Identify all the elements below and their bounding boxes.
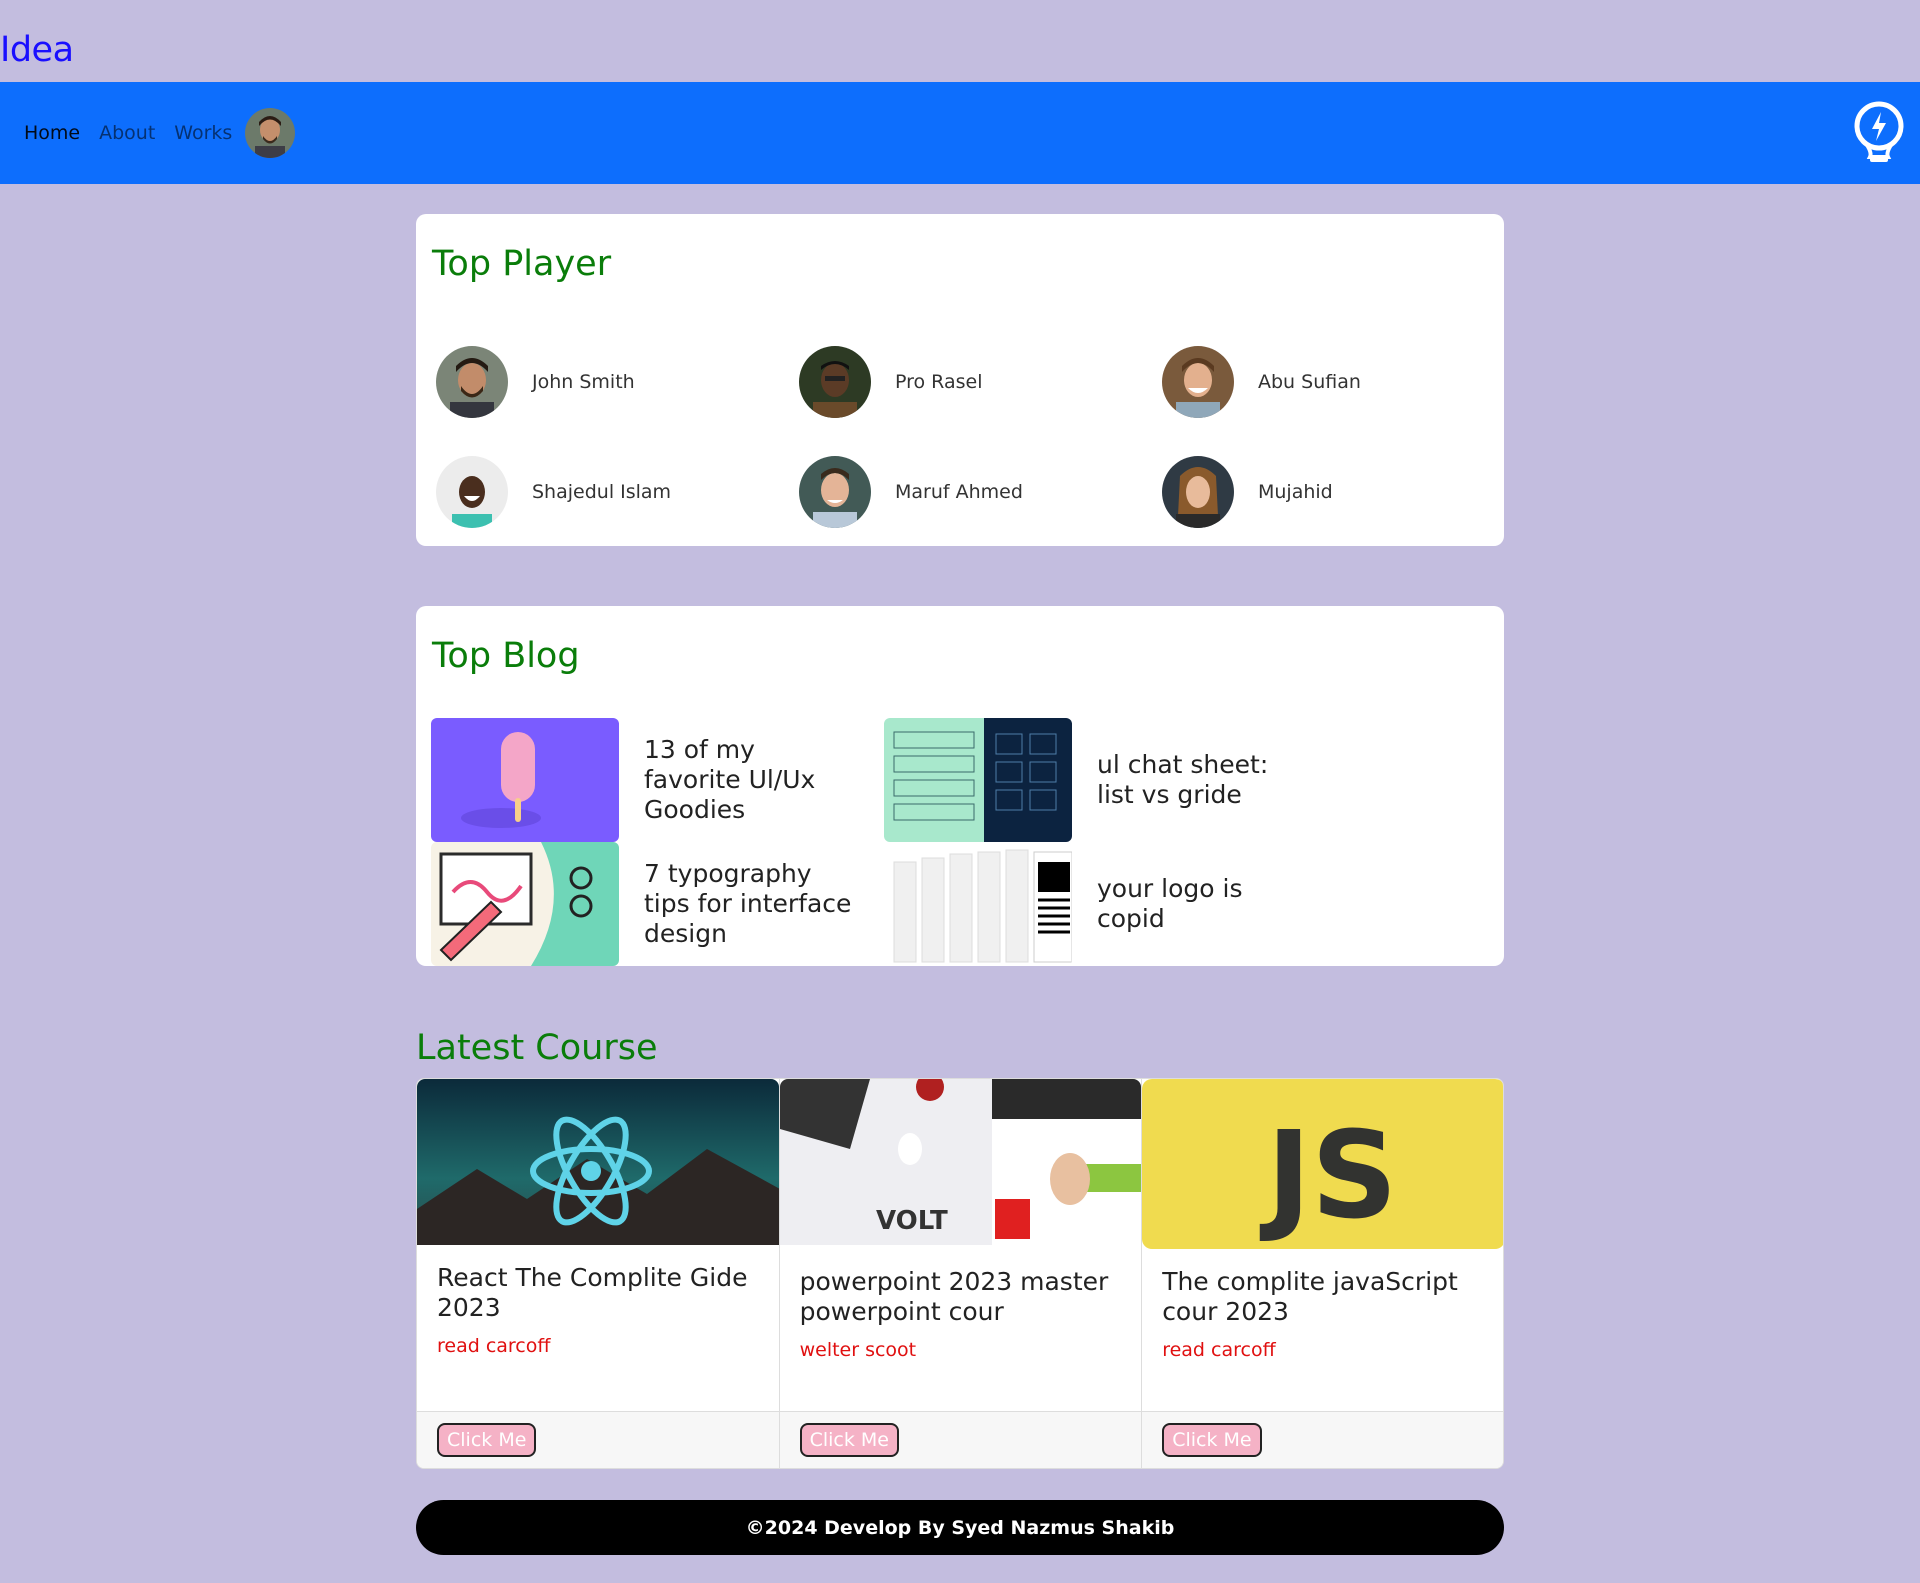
player-name: Maruf Ahmed: [895, 481, 1023, 503]
player-avatar: [1162, 456, 1234, 528]
click-me-button[interactable]: Click Me: [1162, 1423, 1262, 1457]
top-player-title: Top Player: [432, 244, 612, 284]
player-name: John Smith: [532, 371, 635, 393]
click-me-button[interactable]: Click Me: [437, 1423, 537, 1457]
course-author: welter scoot: [799, 1339, 917, 1361]
course-image-react: [417, 1079, 779, 1245]
brand-logo-text[interactable]: Idea: [0, 30, 74, 70]
top-blog-title: Top Blog: [432, 636, 580, 676]
nav-about[interactable]: About: [99, 122, 155, 144]
course-name: powerpoint 2023 master powerpoint cour: [799, 1267, 1109, 1326]
blog-title: ul chat sheet: list vs gride: [1097, 750, 1269, 809]
course-author: read carcoff: [437, 1335, 551, 1357]
nav-home[interactable]: Home: [24, 122, 80, 144]
page-footer: ©2024 Develop By Syed Nazmus Shakib: [416, 1500, 1504, 1555]
player-name: Shajedul Islam: [532, 481, 672, 503]
player-item[interactable]: Pro Rasel: [799, 346, 982, 418]
user-avatar[interactable]: [245, 108, 296, 158]
lightbulb-icon[interactable]: [1852, 99, 1906, 165]
course-footer: Click Me: [417, 1411, 779, 1468]
course-image-powerpoint: VOLT: [779, 1079, 1142, 1245]
course-card[interactable]: React The Complite Gide 2023 read carcof…: [417, 1079, 780, 1468]
player-item[interactable]: Abu Sufian: [1162, 346, 1361, 418]
footer-text: ©2024 Develop By Syed Nazmus Shakib: [745, 1516, 1175, 1539]
course-name: The complite javaScript cour 2023: [1162, 1267, 1458, 1326]
blog-thumbnail: [884, 718, 1072, 842]
top-player-card: Top Player John Smith Pro Rasel Abu Sufi…: [416, 214, 1504, 546]
blog-thumbnail: [431, 842, 619, 966]
js-logo-text: JS: [1260, 1107, 1398, 1246]
course-name: React The Complite Gide 2023: [437, 1263, 748, 1322]
click-me-button[interactable]: Click Me: [799, 1423, 899, 1457]
player-name: Pro Rasel: [895, 371, 983, 393]
blog-thumbnail: [884, 842, 1072, 966]
blog-title: your logo is copid: [1097, 874, 1243, 933]
player-item[interactable]: Maruf Ahmed: [799, 456, 1023, 528]
blog-title: 13 of my favorite Ul/Ux Goodies: [644, 735, 816, 824]
blog-item[interactable]: 13 of my favorite Ul/Ux Goodies: [431, 718, 854, 842]
player-avatar: [799, 456, 871, 528]
nav-works[interactable]: Works: [174, 122, 232, 144]
course-footer: Click Me: [779, 1411, 1142, 1468]
blog-thumbnail: [431, 718, 619, 842]
blog-title: 7 typography tips for interface design: [644, 859, 852, 948]
player-name: Abu Sufian: [1258, 371, 1361, 393]
player-item[interactable]: Mujahid: [1162, 456, 1333, 528]
player-item[interactable]: John Smith: [436, 346, 635, 418]
main-navbar: Home About Works: [0, 82, 1920, 184]
player-avatar: [436, 456, 508, 528]
course-image-javascript: JS: [1142, 1079, 1503, 1249]
course-card[interactable]: VOLT powerpoint 2023 master powerpoint c…: [779, 1079, 1143, 1468]
course-author: read carcoff: [1162, 1339, 1276, 1361]
course-footer: Click Me: [1142, 1411, 1503, 1468]
player-avatar: [436, 346, 508, 418]
player-avatar: [799, 346, 871, 418]
player-item[interactable]: Shajedul Islam: [436, 456, 671, 528]
blog-item[interactable]: your logo is copid: [884, 842, 1307, 966]
volt-logo-text: VOLT: [876, 1206, 948, 1236]
blog-item[interactable]: 7 typography tips for interface design: [431, 842, 854, 966]
top-blog-card: Top Blog 13 of my favorite Ul/Ux Goodies…: [416, 606, 1504, 966]
blog-item[interactable]: ul chat sheet: list vs gride: [884, 718, 1307, 842]
latest-course-title: Latest Course: [416, 1028, 658, 1068]
course-card[interactable]: JS The complite javaScript cour 2023 rea…: [1142, 1079, 1503, 1468]
player-avatar: [1162, 346, 1234, 418]
latest-course-grid: React The Complite Gide 2023 read carcof…: [416, 1078, 1504, 1469]
player-name: Mujahid: [1258, 481, 1333, 503]
latest-course-heading: Latest Course: [416, 1028, 657, 1068]
